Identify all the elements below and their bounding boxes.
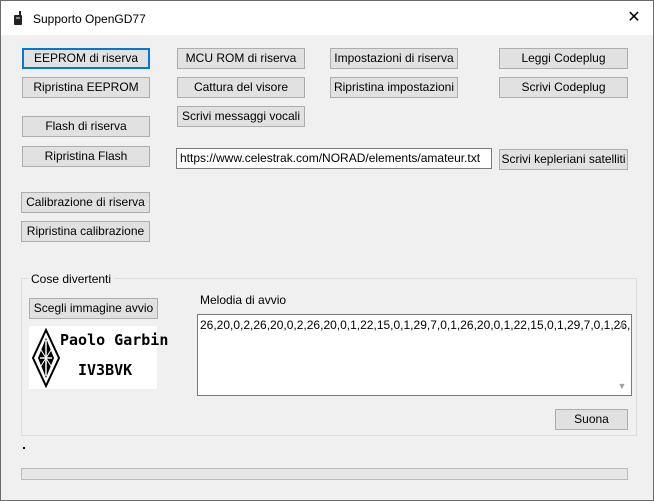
scroll-up-arrow-icon[interactable]: ▲: [614, 317, 630, 333]
status-indicator: [23, 447, 25, 449]
radio-icon: [14, 11, 22, 25]
fun-stuff-group-label: Cose divertenti: [28, 272, 115, 286]
window-title: Supporto OpenGD77: [33, 12, 146, 26]
ari-diamond-logo: [31, 328, 61, 388]
boot-image-line-2: IV3BVK: [78, 361, 133, 379]
melody-textarea[interactable]: 26,20,0,2,26,20,0,2,26,20,0,1,22,15,0,1,…: [197, 314, 632, 396]
restore-eeprom-button[interactable]: Ripristina EEPROM: [22, 77, 150, 98]
restore-flash-button[interactable]: Ripristina Flash: [22, 146, 150, 167]
capture-screen-button[interactable]: Cattura del visore: [177, 77, 305, 98]
boot-image-line-1: Paolo Garbin: [60, 331, 169, 349]
choose-boot-image-button[interactable]: Scegli immagine avvio: [29, 298, 158, 319]
backup-calibration-button[interactable]: Calibrazione di riserva: [21, 192, 150, 213]
title-bar[interactable]: Supporto OpenGD77 ✕: [1, 1, 653, 35]
restore-settings-button[interactable]: Ripristina impostazioni: [330, 77, 458, 98]
play-button[interactable]: Suona: [555, 409, 628, 430]
melody-label: Melodia di avvio: [200, 293, 287, 307]
progress-bar: [21, 468, 628, 480]
satellite-url-input[interactable]: https://www.celestrak.com/NORAD/elements…: [176, 148, 492, 169]
restore-calibration-button[interactable]: Ripristina calibrazione: [21, 221, 150, 242]
scroll-down-arrow-icon[interactable]: ▼: [614, 378, 630, 394]
backup-settings-button[interactable]: Impostazioni di riserva: [330, 48, 458, 69]
backup-flash-button[interactable]: Flash di riserva: [22, 116, 150, 137]
backup-eeprom-button[interactable]: EEPROM di riserva: [22, 48, 150, 69]
backup-mcu-rom-button[interactable]: MCU ROM di riserva: [177, 48, 305, 69]
close-icon[interactable]: ✕: [621, 7, 647, 29]
read-codeplug-button[interactable]: Leggi Codeplug: [499, 48, 628, 69]
write-voice-prompts-button[interactable]: Scrivi messaggi vocali: [177, 106, 305, 127]
write-codeplug-button[interactable]: Scrivi Codeplug: [499, 77, 628, 98]
write-satellite-keps-button[interactable]: Scrivi kepleriani satelliti: [499, 149, 628, 170]
